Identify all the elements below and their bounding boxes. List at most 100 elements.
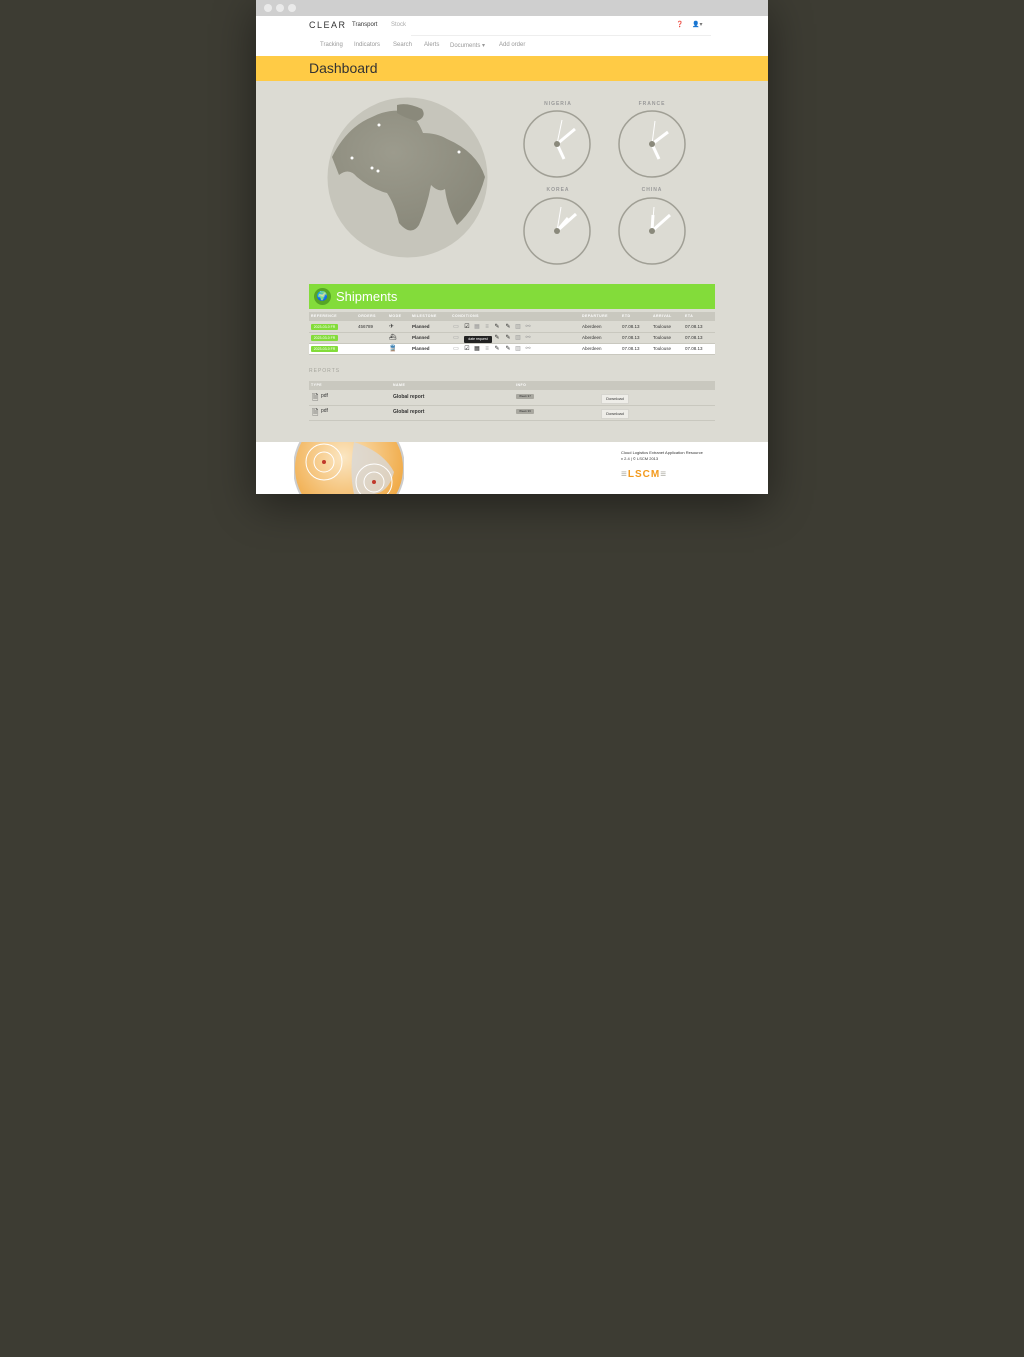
edit-icon[interactable]: ✎ bbox=[504, 334, 512, 342]
clock-china bbox=[618, 197, 686, 265]
location-marker bbox=[350, 156, 354, 160]
clock-label-france: FRANCE bbox=[638, 101, 666, 107]
clock-label-nigeria: NIGERIA bbox=[544, 101, 572, 107]
shipments-header: 🌍 Shipments bbox=[309, 284, 715, 309]
globe-icon: 🌍 bbox=[314, 288, 331, 305]
etd: 07.08.13 bbox=[622, 335, 640, 340]
milestone-status: Planned bbox=[412, 335, 430, 340]
link-icon[interactable]: ⚯ bbox=[524, 345, 532, 353]
shipment-row[interactable]: 2023-03-0 FR 456789 ✈ Planned ▭ ☑ ▦ ≡ ✎ … bbox=[309, 322, 715, 333]
maximize-window-button[interactable] bbox=[288, 4, 296, 12]
subnav-add-order[interactable]: Add order bbox=[499, 42, 525, 48]
user-icon[interactable]: 👤▾ bbox=[692, 21, 702, 28]
chart-icon[interactable]: ▥ bbox=[514, 334, 522, 342]
top-navigation: CLEAR Transport Stock ❓ 👤▾ Tracking Indi… bbox=[256, 16, 768, 56]
shipments-table-header: REFERENCE ORDERS MODE MILESTONE CONDITIO… bbox=[309, 312, 715, 321]
lscm-logo: ≡LSCM≡ bbox=[621, 469, 667, 480]
calendar-icon[interactable]: ▦ bbox=[473, 323, 481, 331]
ship-icon: ⛴ bbox=[389, 335, 397, 341]
column-header[interactable]: ETA bbox=[685, 314, 693, 318]
checkbox-icon[interactable]: ☑ bbox=[463, 323, 471, 331]
chart-icon[interactable]: ▥ bbox=[514, 345, 522, 353]
footer: Cloud Logistics Extranet Application Res… bbox=[256, 442, 768, 494]
chart-icon[interactable]: ▥ bbox=[514, 323, 522, 331]
shipment-row[interactable]: 2023-03-0 FR ⛴ Planned ▭ ✎ ✎ ▥ ⚯ Aberdee… bbox=[309, 333, 715, 344]
link-icon[interactable]: ⚯ bbox=[524, 334, 532, 342]
reports-table-header: TYPE NAME INFO bbox=[309, 381, 715, 390]
column-header[interactable]: ETD bbox=[622, 314, 631, 318]
clock-label-china: CHINA bbox=[641, 187, 663, 193]
location-marker bbox=[377, 123, 381, 127]
edit-icon[interactable]: ✎ bbox=[504, 323, 512, 331]
info-icon[interactable]: ❓ bbox=[676, 21, 683, 28]
reports-title: REPORTS bbox=[309, 368, 341, 374]
report-row: 🗎 pdf Global report Week 36 Download bbox=[309, 406, 715, 421]
reference-badge[interactable]: 2023-03-0 FR bbox=[311, 346, 338, 352]
list-icon[interactable]: ≡ bbox=[483, 323, 491, 331]
list-icon[interactable]: ≡ bbox=[483, 345, 491, 353]
close-window-button[interactable] bbox=[264, 4, 272, 12]
logo-stripes: ≡ bbox=[660, 469, 668, 480]
clock-korea bbox=[523, 197, 591, 265]
departure: Aberdeen bbox=[582, 335, 602, 340]
milestone-status: Planned bbox=[412, 346, 430, 351]
report-type: pdf bbox=[321, 408, 328, 414]
edit-icon[interactable]: ✎ bbox=[493, 334, 501, 342]
subnav-alerts[interactable]: Alerts bbox=[424, 42, 439, 48]
edit-icon[interactable]: ✎ bbox=[493, 345, 501, 353]
checkbox-icon[interactable]: ☑ bbox=[463, 345, 471, 353]
report-row: 🗎 pdf Global report Week 37 Download bbox=[309, 391, 715, 406]
footer-description: Cloud Logistics Extranet Application Res… bbox=[621, 450, 703, 462]
subnav-tracking[interactable]: Tracking bbox=[320, 42, 343, 48]
document-icon[interactable]: ▭ bbox=[452, 323, 460, 331]
download-button[interactable]: Download bbox=[601, 409, 629, 419]
departure: Aberdeen bbox=[582, 346, 602, 351]
column-header[interactable]: DEPARTURE bbox=[582, 314, 608, 318]
app-window: CLEAR Transport Stock ❓ 👤▾ Tracking Indi… bbox=[256, 0, 768, 494]
shipment-row[interactable]: 2023-03-0 FR 🚆 Planned ▭ ☑ ▦ ≡ ✎ ✎ ▥ ⚯ A… bbox=[309, 344, 715, 355]
location-marker bbox=[457, 150, 461, 154]
edit-icon[interactable]: ✎ bbox=[493, 323, 501, 331]
calendar-icon[interactable]: ▦ bbox=[473, 345, 481, 353]
eta: 07.08.13 bbox=[685, 324, 703, 329]
lscm-brand: LSCM bbox=[627, 469, 661, 480]
column-header[interactable]: REFERENCE bbox=[311, 314, 337, 318]
window-titlebar bbox=[256, 0, 768, 16]
footer-line-2: v 2.4 | © LSCM 2013 bbox=[621, 456, 659, 461]
eta: 07.08.13 bbox=[685, 346, 703, 351]
location-marker bbox=[370, 166, 374, 170]
report-name: Global report bbox=[393, 394, 425, 400]
column-header[interactable]: MODE bbox=[389, 314, 402, 318]
column-header[interactable]: ARRIVAL bbox=[653, 314, 672, 318]
page-title: Dashboard bbox=[309, 60, 378, 76]
column-header[interactable]: MILESTONE bbox=[412, 314, 437, 318]
column-header[interactable]: CONDITIONS bbox=[452, 314, 479, 318]
world-globe bbox=[327, 97, 488, 258]
subnav-indicators[interactable]: Indicators bbox=[354, 42, 380, 48]
order-number: 456789 bbox=[358, 324, 374, 329]
clock-france bbox=[618, 110, 686, 178]
download-button[interactable]: Download bbox=[601, 394, 629, 404]
column-header[interactable]: INFO bbox=[516, 383, 526, 387]
minimize-window-button[interactable] bbox=[276, 4, 284, 12]
etd: 07.08.13 bbox=[622, 346, 640, 351]
reference-badge[interactable]: 2023-03-0 FR bbox=[311, 335, 338, 341]
link-icon[interactable]: ⚯ bbox=[524, 323, 532, 331]
column-header[interactable]: NAME bbox=[393, 383, 405, 387]
nav-divider bbox=[411, 35, 711, 36]
arrival: Toulouse bbox=[653, 346, 672, 351]
column-header[interactable]: TYPE bbox=[311, 383, 322, 387]
shipments-title: Shipments bbox=[336, 289, 398, 304]
document-icon[interactable]: ▭ bbox=[452, 345, 460, 353]
document-icon[interactable]: ▭ bbox=[452, 334, 460, 342]
tab-transport[interactable]: Transport bbox=[352, 22, 377, 28]
app-logo[interactable]: CLEAR bbox=[309, 20, 347, 30]
arrival: Toulouse bbox=[653, 335, 672, 340]
column-header[interactable]: ORDERS bbox=[358, 314, 376, 318]
subnav-search[interactable]: Search bbox=[393, 42, 412, 48]
tooltip: date request bbox=[464, 336, 492, 343]
edit-icon[interactable]: ✎ bbox=[504, 345, 512, 353]
reference-badge[interactable]: 2023-03-0 FR bbox=[311, 324, 338, 330]
tab-stock[interactable]: Stock bbox=[391, 22, 406, 28]
subnav-documents[interactable]: Documents ▾ bbox=[450, 42, 485, 49]
